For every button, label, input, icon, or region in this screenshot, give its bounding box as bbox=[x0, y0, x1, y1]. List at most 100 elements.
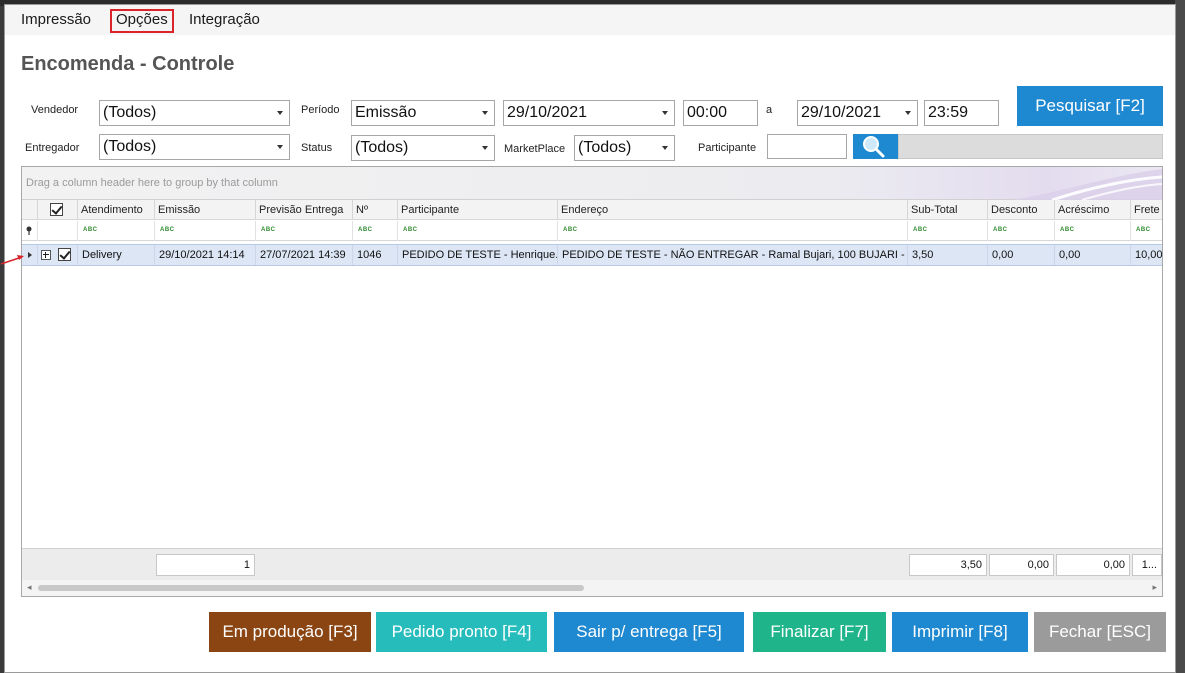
header-emissao[interactable]: Emissão bbox=[155, 200, 256, 220]
entregador-value: (Todos) bbox=[103, 138, 157, 155]
group-hint: Drag a column header here to group by th… bbox=[26, 177, 278, 189]
header-endereco[interactable]: Endereço bbox=[558, 200, 908, 220]
time-to-value: 23:59 bbox=[928, 104, 969, 121]
periodo-value: Emissão bbox=[355, 104, 417, 121]
finalizar-button[interactable]: Finalizar [F7] bbox=[753, 612, 886, 652]
pesquisar-button[interactable]: Pesquisar [F2] bbox=[1017, 86, 1163, 126]
fechar-button[interactable]: Fechar [ESC] bbox=[1034, 612, 1166, 652]
footer-count: 1 bbox=[156, 554, 255, 576]
cell-previsao-entrega: 27/07/2021 14:39 bbox=[256, 245, 353, 265]
pin-icon bbox=[26, 226, 32, 235]
magnifier-icon bbox=[863, 136, 885, 158]
date-from-value: 29/10/2021 bbox=[507, 104, 588, 121]
cell-frete: 10,00 bbox=[1135, 249, 1163, 261]
filter-endereco[interactable]: ABC bbox=[558, 221, 908, 241]
chevron-down-icon bbox=[662, 146, 668, 150]
annotation-arrow-icon bbox=[0, 255, 24, 265]
header-previsao-entrega[interactable]: Previsão Entrega bbox=[256, 200, 353, 220]
time-from-input[interactable]: 00:00 bbox=[683, 100, 758, 126]
menu-opcoes[interactable]: Opções bbox=[110, 9, 174, 33]
entregador-label: Entregador bbox=[25, 142, 80, 154]
date-to-picker[interactable]: 29/10/2021 bbox=[797, 100, 918, 126]
group-panel[interactable]: Drag a column header here to group by th… bbox=[22, 167, 1162, 200]
participante-search-button[interactable] bbox=[853, 134, 898, 159]
sair-entrega-button[interactable]: Sair p/ entrega [F5] bbox=[554, 612, 744, 652]
expand-plus-icon[interactable] bbox=[41, 250, 51, 260]
vendedor-value: (Todos) bbox=[103, 104, 157, 121]
filter-select bbox=[38, 221, 78, 241]
grid-header-row: Atendimento Emissão Previsão Entrega Nº … bbox=[22, 200, 1162, 220]
filter-desconto[interactable]: ABC bbox=[988, 221, 1055, 241]
date-from-picker[interactable]: 29/10/2021 bbox=[503, 100, 675, 126]
header-participante[interactable]: Participante bbox=[398, 200, 558, 220]
status-label: Status bbox=[301, 142, 333, 154]
abc-filter-icon: ABC bbox=[993, 227, 1008, 233]
menu-integracao[interactable]: Integração bbox=[185, 9, 264, 33]
vendedor-label: Vendedor bbox=[31, 104, 79, 116]
time-to-input[interactable]: 23:59 bbox=[924, 100, 999, 126]
row-controls bbox=[22, 245, 78, 265]
progress-bar bbox=[898, 134, 1163, 159]
pedido-pronto-button[interactable]: Pedido pronto [F4] bbox=[376, 612, 547, 652]
header-numero[interactable]: Nº bbox=[353, 200, 398, 220]
periodo-label: Período bbox=[301, 104, 340, 116]
cell-emissao: 29/10/2021 14:14 bbox=[155, 245, 256, 265]
header-desconto[interactable]: Desconto bbox=[988, 200, 1055, 220]
filter-participante[interactable]: ABC bbox=[398, 221, 558, 241]
abc-filter-icon: ABC bbox=[160, 227, 175, 233]
header-frete[interactable]: Frete bbox=[1131, 200, 1162, 220]
cell-desconto: 0,00 bbox=[988, 245, 1055, 265]
filter-row-indicator bbox=[22, 221, 38, 241]
encomenda-window: Impressão Opções Integração Encomenda - … bbox=[4, 4, 1176, 673]
filter-atendimento[interactable]: ABC bbox=[78, 221, 155, 241]
header-select-all[interactable] bbox=[38, 200, 78, 220]
page-title: Encomenda - Controle bbox=[21, 53, 235, 75]
imprimir-button[interactable]: Imprimir [F8] bbox=[892, 612, 1028, 652]
filter-frete[interactable]: ABC bbox=[1131, 221, 1162, 241]
vendedor-combo[interactable]: (Todos) bbox=[99, 100, 290, 126]
filter-emissao[interactable]: ABC bbox=[155, 221, 256, 241]
decorative-swoosh-icon bbox=[1012, 169, 1162, 200]
menu-impressao[interactable]: Impressão bbox=[17, 9, 95, 33]
filter-numero[interactable]: ABC bbox=[353, 221, 398, 241]
marketplace-combo[interactable]: (Todos) bbox=[574, 135, 675, 161]
grid-footer: 1 3,50 0,00 0,00 1... bbox=[22, 548, 1162, 580]
table-row[interactable]: Delivery 29/10/2021 14:14 27/07/2021 14:… bbox=[22, 244, 1162, 266]
header-sub-total[interactable]: Sub-Total bbox=[908, 200, 988, 220]
cell-sub-total: 3,50 bbox=[908, 245, 988, 265]
chevron-down-icon bbox=[662, 111, 668, 115]
entregador-combo[interactable]: (Todos) bbox=[99, 134, 290, 160]
abc-filter-icon: ABC bbox=[358, 227, 373, 233]
participante-input[interactable] bbox=[767, 134, 847, 159]
horizontal-scrollbar[interactable]: ◂ ▸ bbox=[22, 580, 1162, 596]
scrollbar-thumb[interactable] bbox=[38, 585, 584, 591]
header-atendimento[interactable]: Atendimento bbox=[78, 200, 155, 220]
footer-frete: 1... bbox=[1132, 554, 1162, 576]
scroll-right-icon[interactable]: ▸ bbox=[1152, 582, 1157, 593]
menu-bar: Impressão Opções Integração bbox=[5, 5, 1175, 35]
status-combo[interactable]: (Todos) bbox=[351, 135, 495, 161]
scroll-left-icon[interactable]: ◂ bbox=[27, 582, 32, 593]
filter-previsao-entrega[interactable]: ABC bbox=[256, 221, 353, 241]
cell-numero: 1046 bbox=[353, 245, 398, 265]
marketplace-label: MarketPlace bbox=[504, 143, 566, 155]
cell-endereco: PEDIDO DE TESTE - NÃO ENTREGAR - Ramal B… bbox=[558, 245, 908, 265]
abc-filter-icon: ABC bbox=[261, 227, 276, 233]
abc-filter-icon: ABC bbox=[83, 227, 98, 233]
chevron-down-icon bbox=[905, 111, 911, 115]
chevron-down-icon bbox=[482, 146, 488, 150]
filter-sub-total[interactable]: ABC bbox=[908, 221, 988, 241]
header-acrescimo[interactable]: Acréscimo bbox=[1055, 200, 1131, 220]
header-indicator bbox=[22, 200, 38, 220]
cell-atendimento: Delivery bbox=[78, 245, 155, 265]
footer-acrescimo: 0,00 bbox=[1056, 554, 1130, 576]
date-to-value: 29/10/2021 bbox=[801, 104, 882, 121]
abc-filter-icon: ABC bbox=[913, 227, 928, 233]
periodo-combo[interactable]: Emissão bbox=[351, 100, 495, 126]
select-all-checkbox[interactable] bbox=[50, 203, 63, 216]
time-from-value: 00:00 bbox=[687, 104, 728, 121]
row-checkbox[interactable] bbox=[58, 248, 71, 261]
em-producao-button[interactable]: Em produção [F3] bbox=[209, 612, 371, 652]
grid-filter-row: ABC ABC ABC ABC ABC ABC ABC ABC ABC ABC bbox=[22, 221, 1162, 241]
filter-acrescimo[interactable]: ABC bbox=[1055, 221, 1131, 241]
